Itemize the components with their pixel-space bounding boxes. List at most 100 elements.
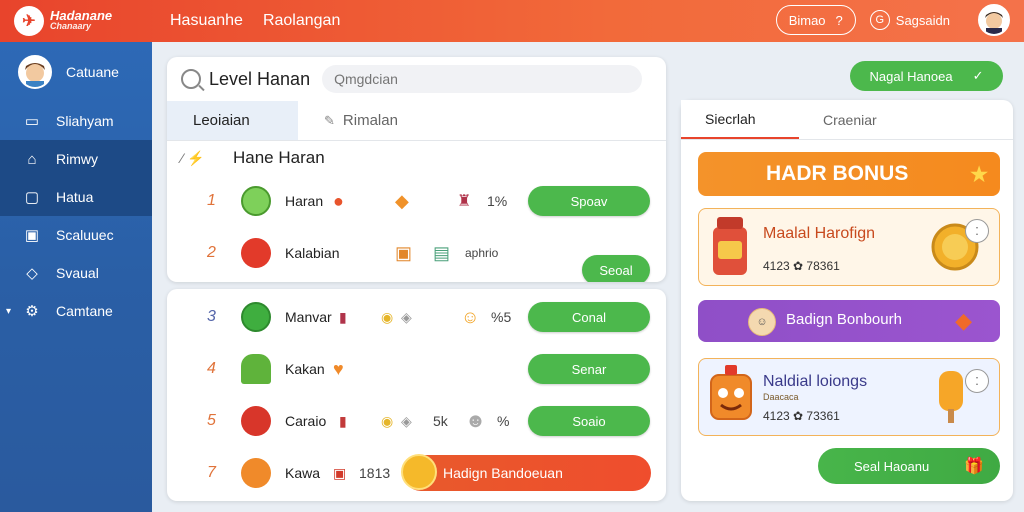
palm-icon xyxy=(241,354,271,384)
logo-icon: ✈ xyxy=(14,6,44,36)
level-panel: Level Hanan Leoiaian ✎ Rimalan ⁄ ⚡ Hane … xyxy=(167,57,666,282)
tab-1[interactable]: Craeniar xyxy=(799,100,917,139)
tomato-icon: ● xyxy=(333,190,344,211)
card-sub: 4123 ✿ 73361 xyxy=(763,409,840,423)
row-name: Kalabian xyxy=(285,245,340,261)
top-bar: ✈ Hadanane Chanaary Hasuanhe Raolangan B… xyxy=(0,0,1024,42)
row-action-button[interactable]: Soaio xyxy=(528,406,650,436)
bottle-icon: ♜ xyxy=(457,193,472,210)
gift-icon: 🎁 xyxy=(964,458,984,475)
coin-icon: ◉ xyxy=(381,412,394,429)
list-item: 5 Caraio ▮ ◉ ◈ 5k ☻ % Soaio xyxy=(167,395,666,447)
pepper-icon: ◆ xyxy=(955,308,972,333)
sidebar-item-1[interactable]: ▭ Sliahyam xyxy=(0,102,152,140)
row-number: 2 xyxy=(207,244,216,261)
topbar-pill-button[interactable]: Bimao ? xyxy=(775,5,856,35)
send-button[interactable]: Seal Haoanu 🎁 xyxy=(818,448,1000,484)
bonus-action-label: Hadign Bandoeuan xyxy=(443,465,563,481)
sidebar-item-6[interactable]: ▾ ⚙ Camtane xyxy=(0,292,152,330)
row-action-button[interactable]: Spoav xyxy=(528,186,650,216)
box-icon: ▣ xyxy=(395,242,413,263)
gear-icon: ⚙ xyxy=(25,303,39,320)
brand-tagline: Chanaary xyxy=(50,21,92,31)
row-action-button[interactable]: Conal xyxy=(528,302,650,332)
row-name: Kakan xyxy=(285,361,325,377)
face-icon: ☺ xyxy=(748,308,776,336)
top-right-button[interactable]: Nagal Hanoea ✓ xyxy=(850,61,1003,91)
row-number: 4 xyxy=(207,360,216,377)
sidebar-item-2[interactable]: ⌂ Rimwy xyxy=(0,140,152,178)
cheese-icon: ◆ xyxy=(395,190,409,211)
row-name: Caraio xyxy=(285,413,327,429)
emoji-icon: ☺ xyxy=(461,306,480,327)
row-extra: 1% xyxy=(487,193,508,209)
reward-card[interactable]: Maalal Harofign 4123 ✿ 78361 ⁚ xyxy=(698,208,1000,286)
sidebar-item-label: Sliahyam xyxy=(56,113,114,129)
smiley-icon xyxy=(401,454,437,490)
row-number: 1 xyxy=(207,192,216,209)
sidebar-item-label: Svaual xyxy=(56,265,99,281)
user-label: Sagsaidn xyxy=(895,12,950,28)
bottle-icon: ▮ xyxy=(339,412,347,429)
tab-0[interactable]: Siecrlah xyxy=(681,100,799,139)
sidebar-item-profile[interactable]: Catuane xyxy=(0,42,152,102)
tag-icon: ◇ xyxy=(26,265,38,282)
sidebar-item-3[interactable]: ▢ Hatua xyxy=(0,178,152,216)
help-icon: ? xyxy=(835,12,843,28)
row-action-button[interactable]: Seoal xyxy=(582,255,650,282)
row-number: 3 xyxy=(207,308,216,325)
panel-title: Level Hanan xyxy=(209,68,311,89)
brand-logo[interactable]: ✈ Hadanane Chanaary xyxy=(0,6,150,36)
topnav-item-0[interactable]: Hasuanhe xyxy=(170,12,243,30)
row-extra: aphrio xyxy=(465,246,499,260)
row-extra-2: % xyxy=(497,413,510,429)
search-input[interactable] xyxy=(322,65,643,93)
card-title: Badign Bonbourh xyxy=(786,311,902,328)
top-right-controls: Bimao ? G Sagsaidn xyxy=(775,4,1010,36)
user-menu[interactable]: G Sagsaidn xyxy=(869,10,950,30)
reward-card[interactable]: Naldial loiongs Daacaca 4123 ✿ 73361 ⁚ xyxy=(698,358,1000,436)
row-action-button[interactable]: Senar xyxy=(528,354,650,384)
menu-icon[interactable]: ⁚ xyxy=(965,369,989,393)
sidebar-item-5[interactable]: ◇ Svaual xyxy=(0,254,152,292)
profile-avatar-icon xyxy=(25,63,45,87)
row-name: Manvar xyxy=(285,309,332,325)
sidebar-item-4[interactable]: ▣ Scaluuec xyxy=(0,216,152,254)
face-icon: ☻ xyxy=(465,409,487,432)
apple-icon xyxy=(241,406,271,436)
apple-icon xyxy=(241,238,271,268)
check-icon: ✓ xyxy=(972,68,984,83)
row-name: Kawa xyxy=(285,465,321,481)
list-item: 4 Kakan ♥ Senar xyxy=(167,343,666,395)
sidebar-item-label: Catuane xyxy=(66,64,119,80)
bonus-banner[interactable]: HADR BONUS ★ xyxy=(698,152,1000,196)
top-right-button-label: Nagal Hanoea xyxy=(869,68,953,84)
house-icon: ⌂ xyxy=(27,150,37,168)
smiley-icon xyxy=(241,186,271,216)
chevron-down-icon: ▾ xyxy=(6,305,12,317)
top-nav: Hasuanhe Raolangan xyxy=(170,12,340,30)
avatar-icon xyxy=(985,12,1003,34)
reward-card-purple[interactable]: ☺ Badign Bonbourh ◆ xyxy=(698,300,1000,342)
card-small: Daacaca xyxy=(763,392,799,402)
orange-icon xyxy=(241,458,271,488)
list-item: 1 Haran ● ◆ ♜ 1% Spoav xyxy=(167,175,666,227)
avatar[interactable] xyxy=(978,4,1010,36)
topnav-item-1[interactable]: Raolangan xyxy=(263,12,340,30)
rewards-panel: Siecrlah Craeniar HADR BONUS ★ Maalal Ha… xyxy=(681,100,1013,501)
menu-icon[interactable]: ⁚ xyxy=(965,219,989,243)
list-item: 7 Kawa ▣ 1813 Hadign Bandoeuan xyxy=(167,447,666,499)
dice-icon: ◈ xyxy=(401,412,412,429)
user-ring-icon: G xyxy=(869,10,890,30)
bonus-action-button[interactable]: Hadign Bandoeuan xyxy=(401,454,651,491)
sidebar-item-label: Scaluuec xyxy=(56,227,114,243)
check-icon xyxy=(241,302,271,332)
row-number: 7 xyxy=(207,464,216,481)
tab-1[interactable]: ✎ Rimalan xyxy=(298,101,429,140)
tab-0[interactable]: Leoiaian xyxy=(167,101,298,140)
chat-icon: ▭ xyxy=(24,113,40,130)
calendar-icon: ▣ xyxy=(24,227,40,244)
list-item: 3 Manvar ▮ ◉ ◈ ☺ %5 Conal xyxy=(167,291,666,343)
sort-icon[interactable]: ⁄ ⚡ xyxy=(181,150,233,167)
card-title: Maalal Harofign xyxy=(763,225,876,242)
